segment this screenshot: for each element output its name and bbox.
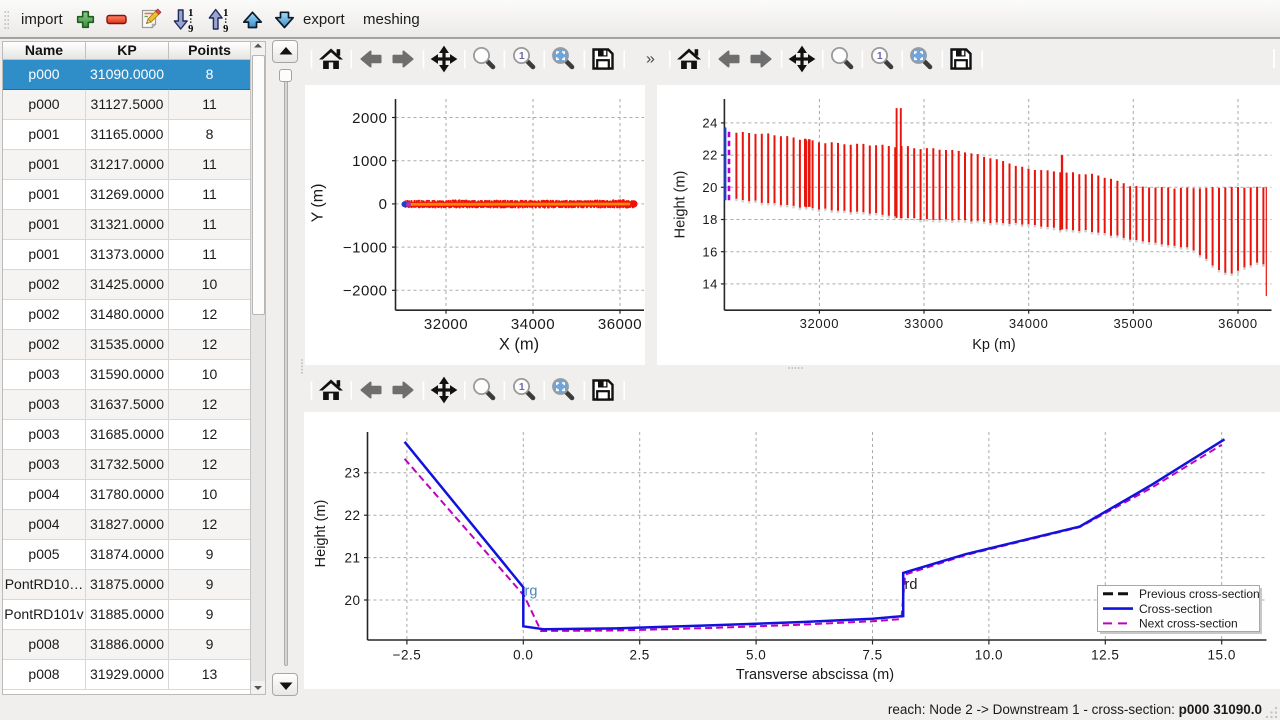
- svg-text:−2.5: −2.5: [393, 648, 422, 663]
- svg-text:1: 1: [519, 50, 525, 62]
- svg-text:0: 0: [379, 196, 388, 213]
- svg-text:»: »: [646, 51, 655, 68]
- svg-text:9: 9: [223, 24, 228, 35]
- svg-text:32000: 32000: [424, 316, 468, 333]
- svg-text:10.0: 10.0: [975, 648, 1003, 663]
- svg-text:1: 1: [519, 381, 525, 393]
- svg-text:36000: 36000: [1218, 316, 1258, 331]
- svg-text:14: 14: [702, 277, 717, 292]
- svg-text:1000: 1000: [352, 153, 387, 170]
- svg-text:1: 1: [877, 50, 883, 62]
- svg-text:21: 21: [344, 550, 360, 565]
- svg-text:Height (m): Height (m): [673, 171, 689, 239]
- svg-text:20: 20: [344, 593, 360, 608]
- svg-text:−2000: −2000: [343, 283, 388, 300]
- svg-text:Kp (m): Kp (m): [972, 337, 1016, 353]
- svg-text:16: 16: [702, 244, 717, 259]
- svg-text:23: 23: [344, 466, 360, 481]
- svg-text:2000: 2000: [352, 110, 387, 127]
- svg-text:X (m): X (m): [499, 336, 539, 354]
- svg-text:35000: 35000: [1113, 316, 1153, 331]
- svg-text:Cross-section: Cross-section: [1139, 602, 1212, 616]
- svg-text:33000: 33000: [904, 316, 944, 331]
- svg-text:34000: 34000: [511, 316, 555, 333]
- svg-text:20: 20: [702, 180, 717, 195]
- svg-text:Y (m): Y (m): [310, 184, 327, 223]
- svg-text:15.0: 15.0: [1208, 648, 1236, 663]
- svg-text:7.5: 7.5: [862, 648, 882, 663]
- svg-text:rd: rd: [905, 577, 918, 593]
- svg-text:0.0: 0.0: [513, 648, 533, 663]
- svg-text:22: 22: [344, 508, 360, 523]
- svg-text:1: 1: [188, 8, 193, 19]
- svg-text:5.0: 5.0: [746, 648, 766, 663]
- svg-text:36000: 36000: [598, 316, 642, 333]
- svg-text:Transverse abscissa (m): Transverse abscissa (m): [736, 667, 894, 683]
- svg-text:rg: rg: [525, 584, 538, 600]
- svg-text:18: 18: [702, 212, 717, 227]
- svg-text:2.5: 2.5: [630, 648, 650, 663]
- svg-text:12.5: 12.5: [1091, 648, 1119, 663]
- svg-text:22: 22: [702, 148, 717, 163]
- svg-text:Next cross-section: Next cross-section: [1139, 617, 1238, 631]
- svg-text:9: 9: [188, 24, 193, 35]
- svg-text:Previous cross-section: Previous cross-section: [1139, 587, 1260, 601]
- svg-text:Height (m): Height (m): [313, 500, 329, 568]
- svg-text:32000: 32000: [800, 316, 840, 331]
- svg-text:−1000: −1000: [343, 239, 388, 256]
- svg-text:24: 24: [702, 116, 717, 131]
- svg-text:34000: 34000: [1009, 316, 1049, 331]
- svg-text:1: 1: [223, 8, 228, 19]
